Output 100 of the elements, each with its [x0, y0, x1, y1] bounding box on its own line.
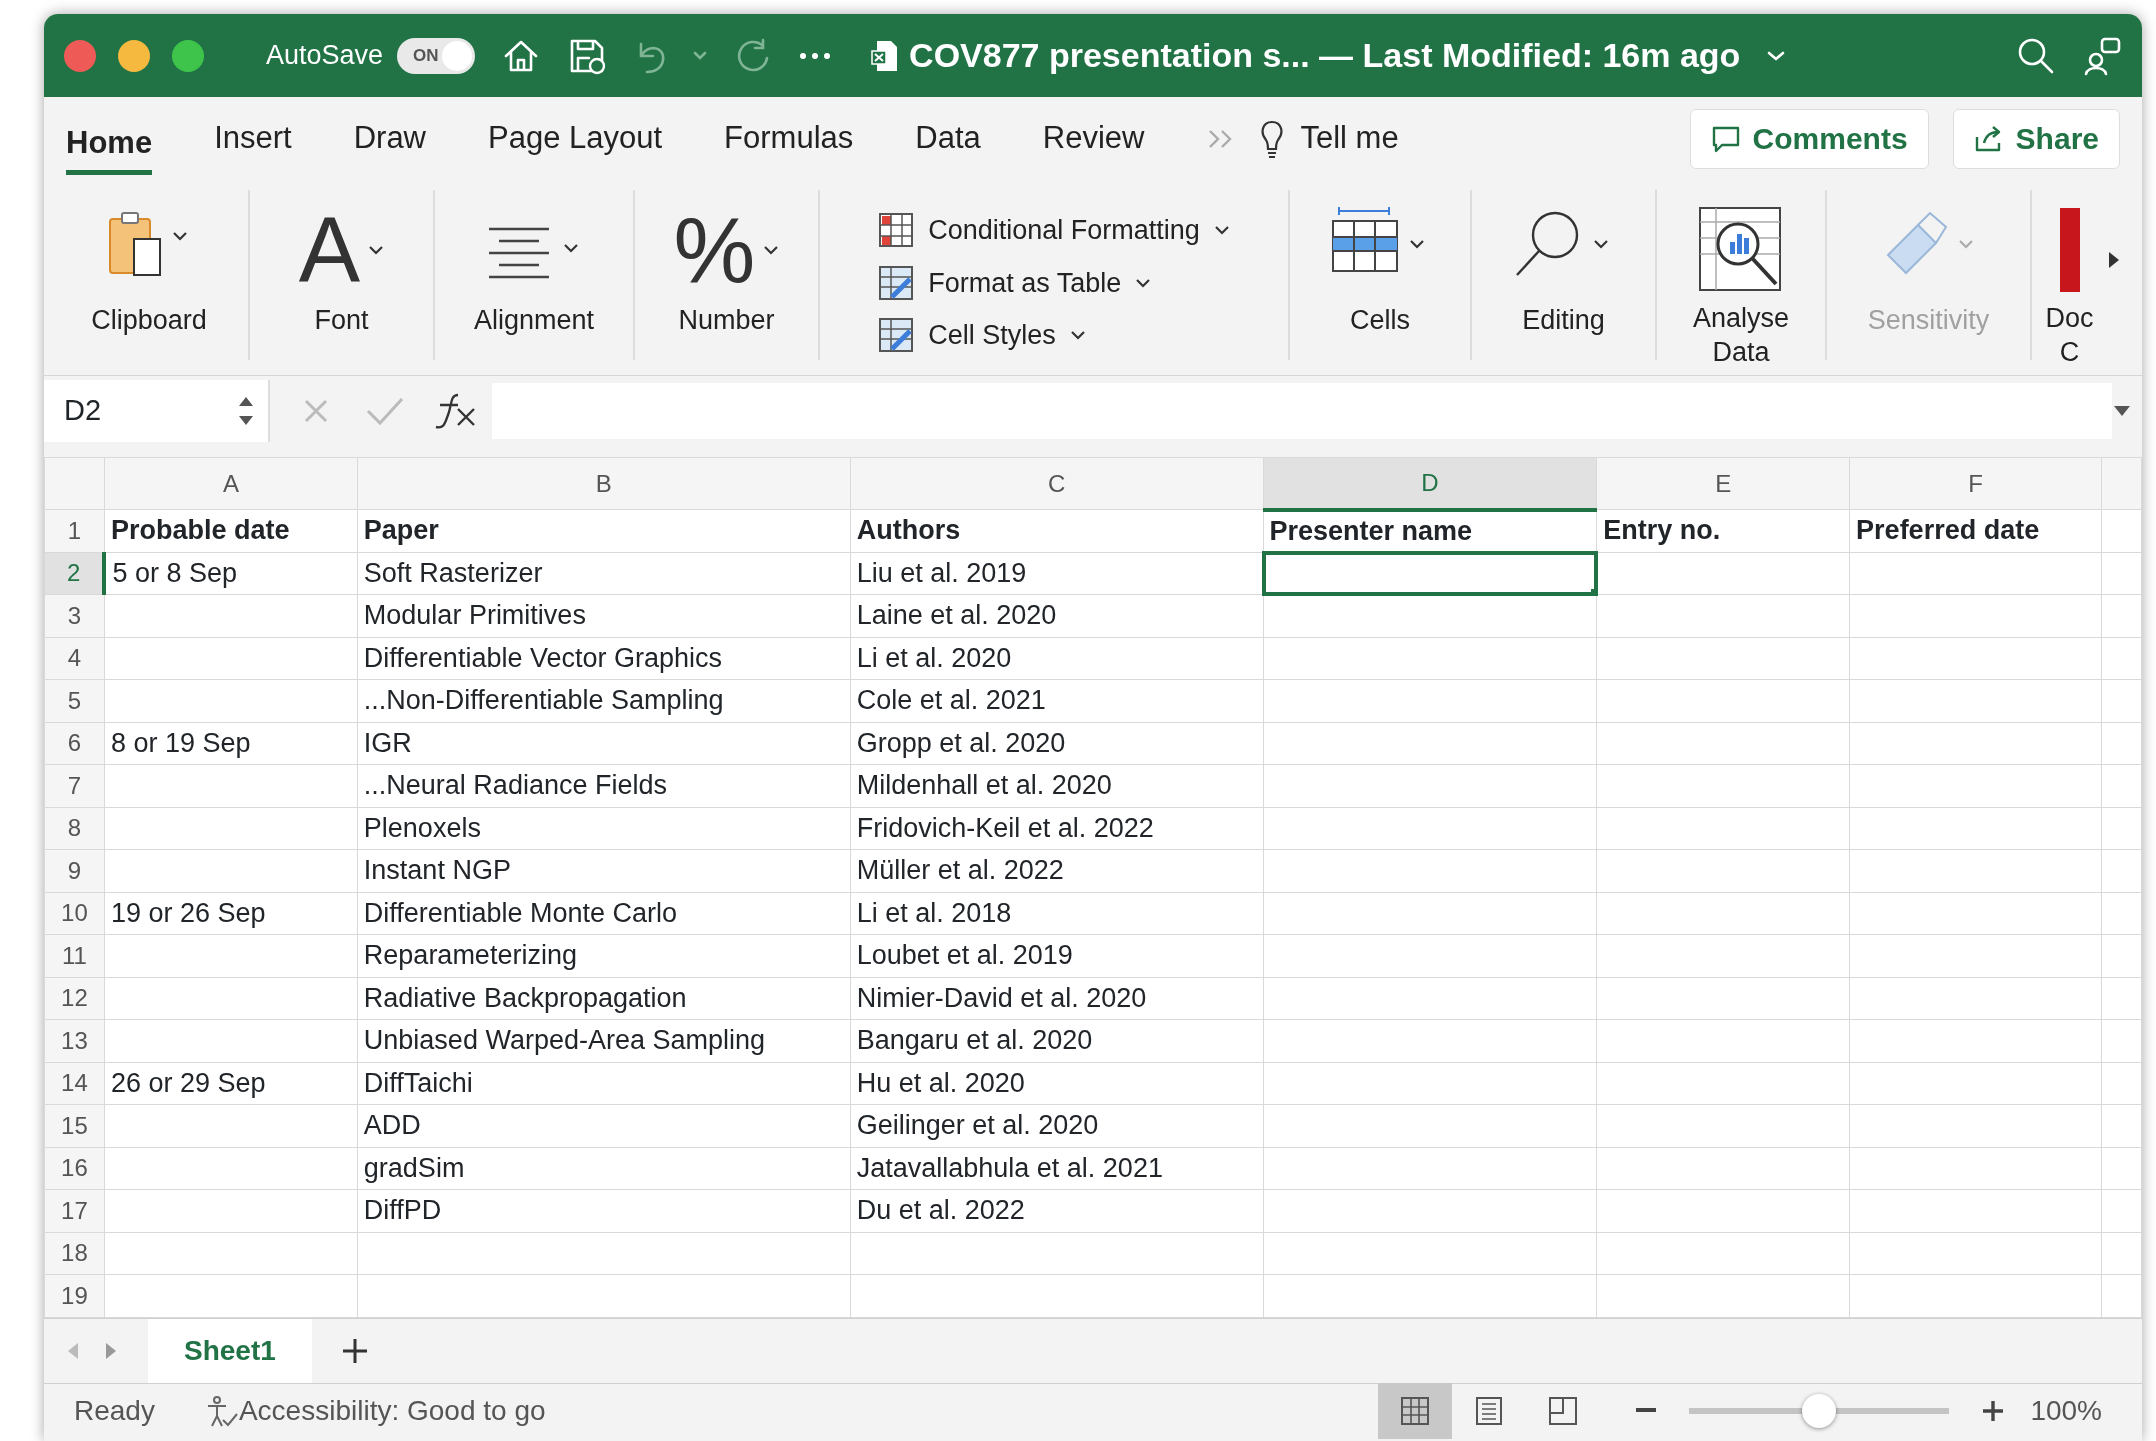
share-button[interactable]: Share [1952, 108, 2120, 169]
table-cell: ...Neural Radiance Fields [357, 764, 851, 807]
comments-button[interactable]: Comments [1689, 108, 1929, 169]
row-header[interactable]: 11 [44, 934, 105, 977]
table-cell: DiffTaichi [357, 1062, 851, 1105]
row-header[interactable]: 9 [44, 849, 105, 892]
table-cell: 19 or 26 Sep [104, 892, 358, 935]
row-header[interactable]: 17 [44, 1189, 105, 1232]
column-header[interactable]: B [357, 457, 851, 510]
row-header[interactable]: 3 [44, 594, 105, 637]
accessibility-status[interactable]: Accessibility: Good to go [238, 1390, 546, 1432]
zoom-in-icon[interactable] [1982, 1400, 2005, 1422]
table-cell: Paper [357, 509, 851, 552]
next-sheet-icon[interactable] [104, 1340, 118, 1361]
table-cell: Laine et al. 2020 [850, 594, 1263, 637]
row-header[interactable]: 16 [44, 1147, 105, 1190]
ribbon-tab[interactable]: Draw [353, 109, 426, 168]
table-cell: gradSim [357, 1147, 851, 1190]
conditional-format-icon [878, 212, 915, 249]
view-button[interactable] [1378, 1383, 1453, 1439]
table-cell: IGR [357, 722, 851, 765]
autosave-label: AutoSave [266, 39, 384, 73]
column-header[interactable]: A [104, 457, 358, 510]
ribbon-group-label[interactable]: Font [314, 304, 369, 338]
ribbon-group-label[interactable]: Cells [1350, 304, 1410, 338]
name-box[interactable]: D2 [64, 388, 102, 433]
ribbon-tab[interactable]: Formulas [724, 109, 854, 168]
ribbon-menu-button[interactable]: Cell Styles [878, 315, 1230, 356]
ribbon-tab[interactable]: Insert [214, 109, 292, 168]
ribbon-group-label[interactable]: Editing [1522, 304, 1605, 338]
row-header[interactable]: 1 [44, 509, 105, 552]
table-cell: Modular Primitives [357, 594, 851, 637]
ribbon-tab[interactable]: Home [66, 113, 153, 176]
row-header[interactable]: 6 [44, 722, 105, 765]
caret-icon[interactable] [1766, 49, 1787, 62]
ribbon-group-label[interactable]: Alignment [473, 304, 595, 338]
row-header[interactable]: 7 [44, 764, 105, 807]
expand-icon[interactable] [2112, 403, 2132, 418]
zoom-level[interactable]: 100% [2030, 1390, 2102, 1432]
row-header[interactable]: 2 [44, 552, 105, 595]
row-header[interactable]: 13 [44, 1019, 105, 1062]
people-icon[interactable] [2082, 35, 2122, 76]
comment-icon [1710, 124, 1741, 153]
table-cell: ADD [357, 1104, 851, 1147]
row-header[interactable]: 14 [44, 1062, 105, 1105]
table-cell: Li et al. 2018 [850, 892, 1263, 935]
table-cell: Hu et al. 2020 [850, 1062, 1263, 1105]
document-title: COV877 presentation s... — Last Modified: 16m ago [909, 35, 1741, 76]
row-header[interactable]: 5 [44, 679, 105, 722]
ribbon-group-label[interactable]: Analyse Data [1686, 302, 1796, 370]
table-cell: Differentiable Vector Graphics [357, 637, 851, 680]
ribbon-group-label[interactable]: Clipboard [91, 304, 207, 338]
row-header[interactable]: 12 [44, 977, 105, 1020]
table-cell: Entry no. [1596, 509, 1850, 552]
tell-me-search[interactable]: Tell me [1300, 109, 1399, 168]
table-cell: Cole et al. 2021 [850, 679, 1263, 722]
ribbon-menu-button[interactable]: Format as Table [878, 262, 1230, 303]
row-header[interactable]: 4 [44, 637, 105, 680]
row-header[interactable]: 10 [44, 892, 105, 935]
table-cell: Plenoxels [357, 807, 851, 850]
row-header[interactable]: 15 [44, 1104, 105, 1147]
caret-icon [763, 245, 780, 255]
autosave-toggle[interactable]: ON [397, 37, 476, 74]
page-break-view-icon [1547, 1395, 1580, 1427]
ribbon-group-label[interactable]: Doc C [2044, 302, 2095, 370]
caret-icon[interactable] [693, 50, 708, 61]
column-header[interactable]: D [1263, 457, 1597, 510]
table-cell: Li et al. 2020 [850, 637, 1263, 680]
document-icon [871, 38, 900, 73]
row-header[interactable]: 8 [44, 807, 105, 850]
ribbon-tab[interactable]: Page Layout [488, 109, 663, 168]
table-cell: 5 or 8 Sep [104, 552, 358, 595]
column-header[interactable]: F [1849, 457, 2102, 510]
normal-view-icon [1399, 1395, 1432, 1427]
table-brush-icon [878, 264, 915, 301]
ribbon-glyph-icon[interactable]: A [298, 204, 361, 296]
table-cell: Mildenhall et al. 2020 [850, 764, 1263, 807]
column-header[interactable]: C [850, 457, 1263, 510]
ribbon-glyph-icon[interactable]: % [673, 204, 756, 296]
zoom-button[interactable] [172, 39, 204, 72]
ribbon-tab[interactable]: Data [915, 109, 981, 168]
minimize-button[interactable] [118, 39, 150, 72]
zoom-out-icon[interactable] [1636, 1408, 1657, 1414]
slider-thumb[interactable] [1802, 1394, 1837, 1428]
scroll-right-icon[interactable] [2107, 250, 2121, 270]
more-icon[interactable] [799, 51, 832, 60]
table-cell: ...Non-Differentiable Sampling [357, 679, 851, 722]
table-cell: Fridovich-Keil et al. 2022 [850, 807, 1263, 850]
ribbon-menu-button[interactable]: Conditional Formatting [878, 210, 1230, 251]
table-cell: 8 or 19 Sep [104, 722, 358, 765]
ribbon-group-label[interactable]: Number [678, 304, 775, 338]
sheet-tab[interactable]: Sheet1 [148, 1318, 312, 1383]
column-header[interactable]: E [1596, 457, 1850, 510]
row-header[interactable]: 19 [44, 1274, 105, 1317]
table-cell: DiffPD [357, 1189, 851, 1232]
ribbon-tab[interactable]: Review [1042, 109, 1145, 168]
row-header[interactable]: 18 [44, 1232, 105, 1275]
caret-icon [368, 245, 385, 255]
table-cell: Geilinger et al. 2020 [850, 1104, 1263, 1147]
caret-icon [1069, 330, 1086, 341]
